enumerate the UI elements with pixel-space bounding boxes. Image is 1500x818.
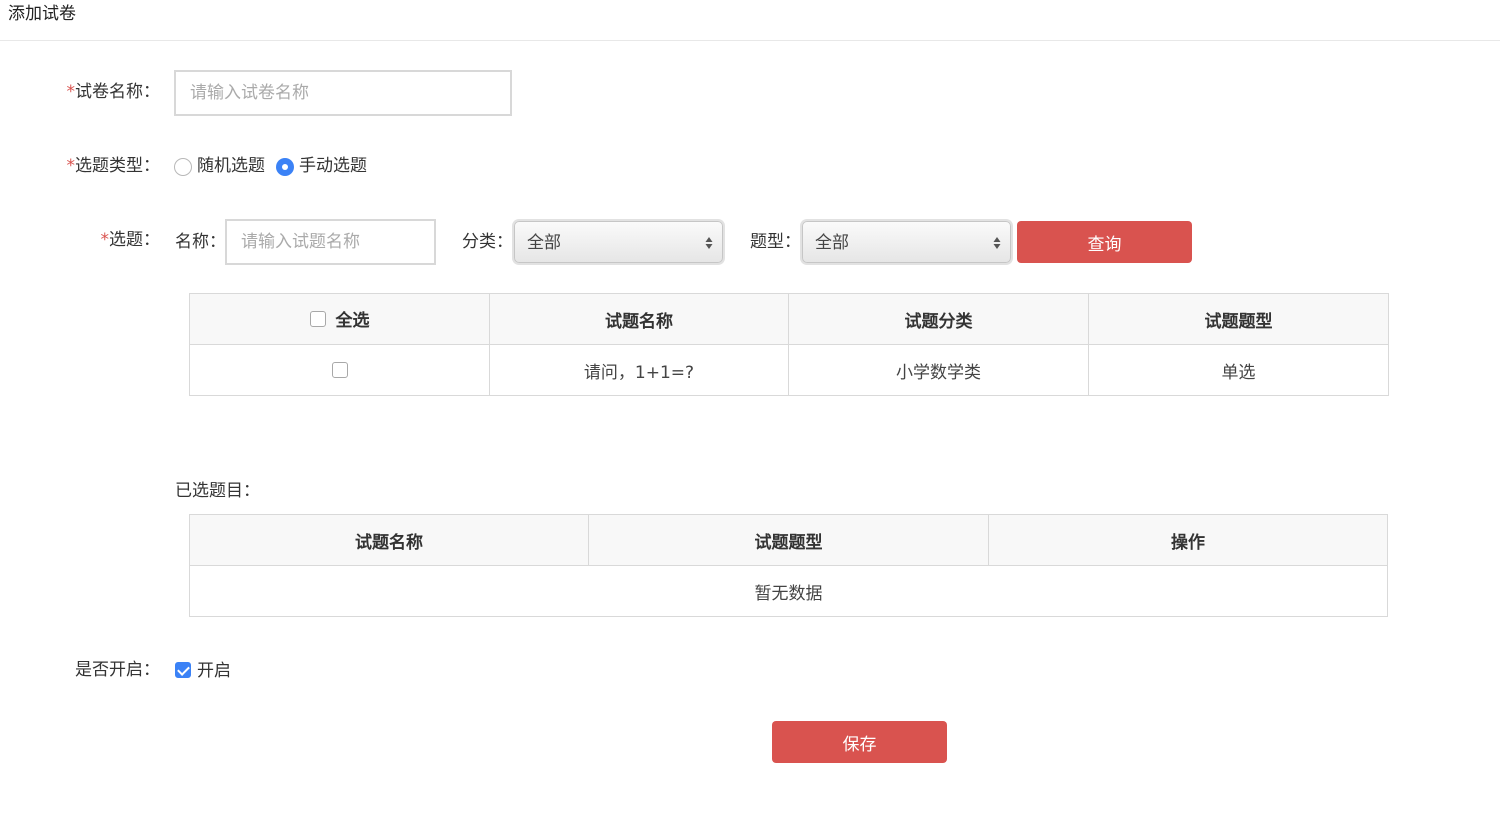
category-select-value: 全部	[527, 233, 561, 253]
column-header: 操作	[988, 514, 1388, 566]
qtype-select-value: 全部	[815, 233, 849, 253]
name-filter-label: 名称：	[175, 232, 226, 252]
manual-select-radio[interactable]	[276, 158, 294, 176]
random-select-radio[interactable]	[174, 158, 192, 176]
qtype-select[interactable]: 全部	[802, 221, 1011, 263]
select-all-label[interactable]: 全选	[336, 306, 370, 331]
column-header: 试题分类	[788, 293, 1089, 345]
page-title: 添加试卷	[8, 4, 76, 24]
empty-row: 暂无数据	[189, 565, 1388, 617]
empty-data-text: 暂无数据	[189, 565, 1388, 617]
question-category-cell: 小学数学类	[788, 344, 1089, 396]
select-updown-icon	[993, 237, 1001, 249]
required-mark: *	[66, 156, 76, 176]
question-select-label: *选题：	[100, 230, 161, 250]
paper-name-label: *试卷名称：	[66, 82, 161, 102]
row-checkbox[interactable]	[331, 362, 348, 378]
page-header: 添加试卷	[0, 0, 1500, 41]
column-header: 试题题型	[588, 514, 989, 566]
question-table: 全选 试题名称 试题分类 试题题型 请问，1+1=? 小学数学类 单选	[189, 293, 1389, 396]
question-name-cell: 请问，1+1=?	[489, 344, 789, 396]
select-type-label: *选题类型：	[66, 156, 161, 176]
enabled-label: 是否开启：	[75, 660, 160, 680]
row-checkbox-cell	[189, 344, 490, 396]
select-updown-icon	[705, 237, 713, 249]
qtype-filter-label: 题型：	[750, 232, 801, 252]
question-name-input[interactable]	[225, 219, 436, 265]
table-header-row: 试题名称 试题题型 操作	[189, 514, 1388, 566]
category-select[interactable]: 全部	[514, 221, 723, 263]
table-header-row: 全选 试题名称 试题分类 试题题型	[189, 293, 1389, 345]
save-button[interactable]: 保存	[772, 721, 947, 763]
question-type-cell: 单选	[1088, 344, 1389, 396]
manual-select-label[interactable]: 手动选题	[299, 155, 367, 177]
enabled-checkbox[interactable]	[175, 662, 191, 678]
selected-table: 试题名称 试题题型 操作 暂无数据	[189, 514, 1388, 617]
random-select-label[interactable]: 随机选题	[197, 155, 265, 177]
column-header: 试题名称	[189, 514, 589, 566]
category-filter-label: 分类：	[462, 232, 513, 252]
required-mark: *	[100, 230, 110, 250]
enabled-option-label[interactable]: 开启	[197, 660, 231, 682]
selected-questions-label: 已选题目：	[175, 481, 260, 501]
column-header: 试题名称	[489, 293, 789, 345]
paper-name-input[interactable]	[174, 70, 512, 116]
select-all-checkbox[interactable]	[309, 310, 326, 327]
required-mark: *	[66, 82, 76, 102]
table-row: 请问，1+1=? 小学数学类 单选	[189, 344, 1389, 396]
query-button[interactable]: 查询	[1017, 221, 1192, 263]
column-header: 试题题型	[1088, 293, 1389, 345]
select-all-header: 全选	[189, 293, 490, 345]
